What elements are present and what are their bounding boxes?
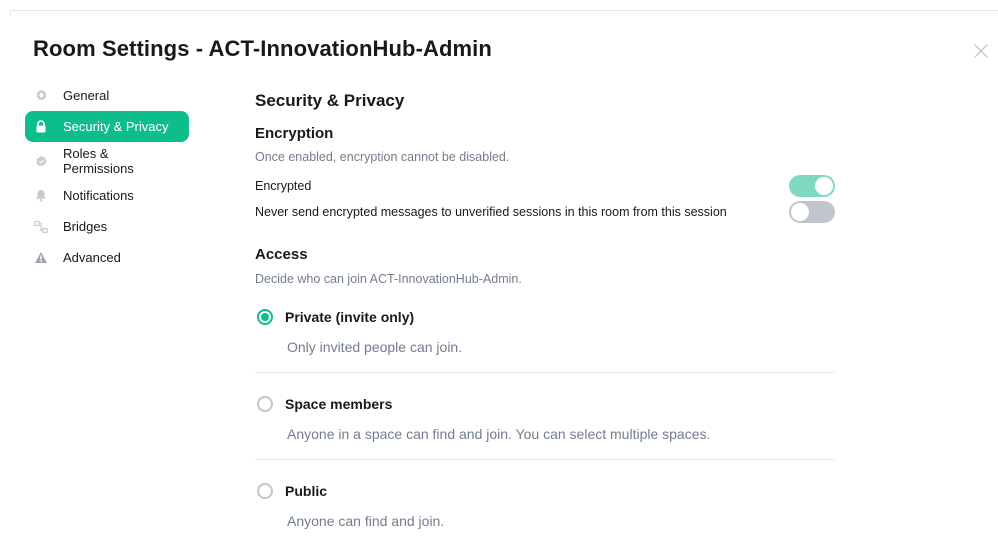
unverified-sessions-setting: Never send encrypted messages to unverif… — [255, 201, 835, 223]
radio-label: Public — [285, 483, 328, 499]
tab-general[interactable]: General — [25, 80, 189, 111]
badge-icon — [34, 154, 48, 168]
unverified-sessions-label: Never send encrypted messages to unverif… — [255, 204, 727, 219]
tab-label: Notifications — [63, 188, 134, 203]
encrypted-toggle[interactable] — [789, 175, 835, 197]
settings-sidebar: General Security & Privacy Roles & Permi… — [25, 80, 189, 273]
tab-label: General — [63, 88, 110, 103]
tab-advanced[interactable]: Advanced — [25, 242, 189, 273]
bridge-icon — [34, 220, 48, 234]
toggle-knob — [815, 177, 833, 195]
access-heading: Access — [255, 246, 308, 263]
lock-icon — [34, 120, 48, 134]
dialog-top-corner — [10, 10, 11, 16]
encryption-heading: Encryption — [255, 125, 334, 142]
radio-button[interactable] — [257, 396, 273, 412]
radio-label: Private (invite only) — [285, 309, 415, 325]
tab-label: Advanced — [63, 250, 121, 265]
dialog-top-border — [10, 10, 998, 11]
access-option-private: Private (invite only) Only invited peopl… — [255, 286, 835, 373]
radio-description: Anyone can find and join. — [287, 513, 445, 529]
toggle-knob — [791, 203, 809, 221]
radio-line[interactable]: Space members — [255, 396, 835, 412]
radio-label: Space members — [285, 396, 393, 412]
tab-bridges[interactable]: Bridges — [25, 211, 189, 242]
tab-roles-permissions[interactable]: Roles & Permissions — [25, 142, 189, 180]
access-options: Private (invite only) Only invited peopl… — [255, 286, 835, 546]
encrypted-setting: Encrypted — [255, 175, 835, 197]
gear-icon — [34, 89, 48, 103]
radio-line[interactable]: Private (invite only) — [255, 309, 835, 325]
radio-description: Anyone in a space can find and join. You… — [287, 426, 711, 442]
dialog-title: Room Settings - ACT-InnovationHub-Admin — [33, 36, 492, 61]
encryption-description: Once enabled, encryption cannot be disab… — [255, 150, 510, 164]
tab-label: Bridges — [63, 219, 108, 234]
access-option-public: Public Anyone can find and join. — [255, 460, 835, 546]
settings-content: Security & Privacy Encryption Once enabl… — [255, 88, 835, 546]
radio-button[interactable] — [257, 309, 273, 325]
warning-icon — [34, 251, 48, 265]
radio-description: Only invited people can join. — [287, 339, 463, 355]
section-title: Security & Privacy — [255, 91, 405, 110]
bell-icon — [34, 189, 48, 203]
tab-notifications[interactable]: Notifications — [25, 180, 189, 211]
close-button[interactable] — [972, 42, 990, 60]
encrypted-label: Encrypted — [255, 178, 312, 193]
close-icon — [974, 44, 988, 58]
tab-label: Roles & Permissions — [63, 146, 134, 176]
access-option-space-members: Space members Anyone in a space can find… — [255, 373, 835, 460]
radio-line[interactable]: Public — [255, 483, 835, 499]
access-description: Decide who can join ACT-InnovationHub-Ad… — [255, 272, 522, 286]
tab-security-privacy[interactable]: Security & Privacy — [25, 111, 189, 142]
unverified-sessions-toggle[interactable] — [789, 201, 835, 223]
tab-label: Security & Privacy — [63, 119, 169, 134]
radio-button[interactable] — [257, 483, 273, 499]
